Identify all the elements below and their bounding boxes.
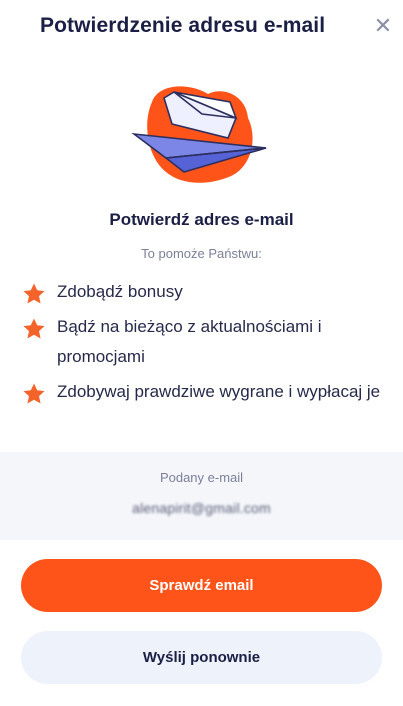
star-icon xyxy=(23,318,45,339)
benefit-list: Zdobądź bonusy Bądź na bieżąco z aktualn… xyxy=(22,280,382,415)
email-value: alenapirit@gmail.com xyxy=(132,500,271,516)
paper-plane-envelope-icon xyxy=(128,78,272,188)
benefit-item: Zdobądź bonusy xyxy=(22,280,382,307)
dialog-header: Potwierdzenie adresu e-mail ✕ xyxy=(0,0,403,56)
benefit-label: Zdobądź bonusy xyxy=(57,282,183,301)
benefit-item: Zdobywaj prawdziwe wygrane i wypłacaj je xyxy=(22,380,382,407)
email-label: Podany e-mail xyxy=(159,470,244,485)
star-icon xyxy=(23,283,45,304)
close-icon[interactable]: ✕ xyxy=(373,14,393,38)
dialog-title: Potwierdzenie adresu e-mail xyxy=(40,14,326,37)
star-icon xyxy=(23,383,45,404)
resend-button[interactable]: Wyślij ponownie xyxy=(21,631,382,684)
helper-text: To pomoże Państwu: xyxy=(141,246,262,261)
confirm-heading: Potwierdź adres e-mail xyxy=(109,210,294,229)
benefit-label: Bądź na bieżąco z aktualnościami i promo… xyxy=(57,317,322,366)
check-email-button[interactable]: Sprawdź email xyxy=(21,559,382,612)
benefit-item: Bądź na bieżąco z aktualnościami i promo… xyxy=(22,315,382,372)
benefit-label: Zdobywaj prawdziwe wygrane i wypłacaj je xyxy=(57,382,381,401)
email-panel: Podany e-mail alenapirit@gmail.com xyxy=(0,452,403,540)
